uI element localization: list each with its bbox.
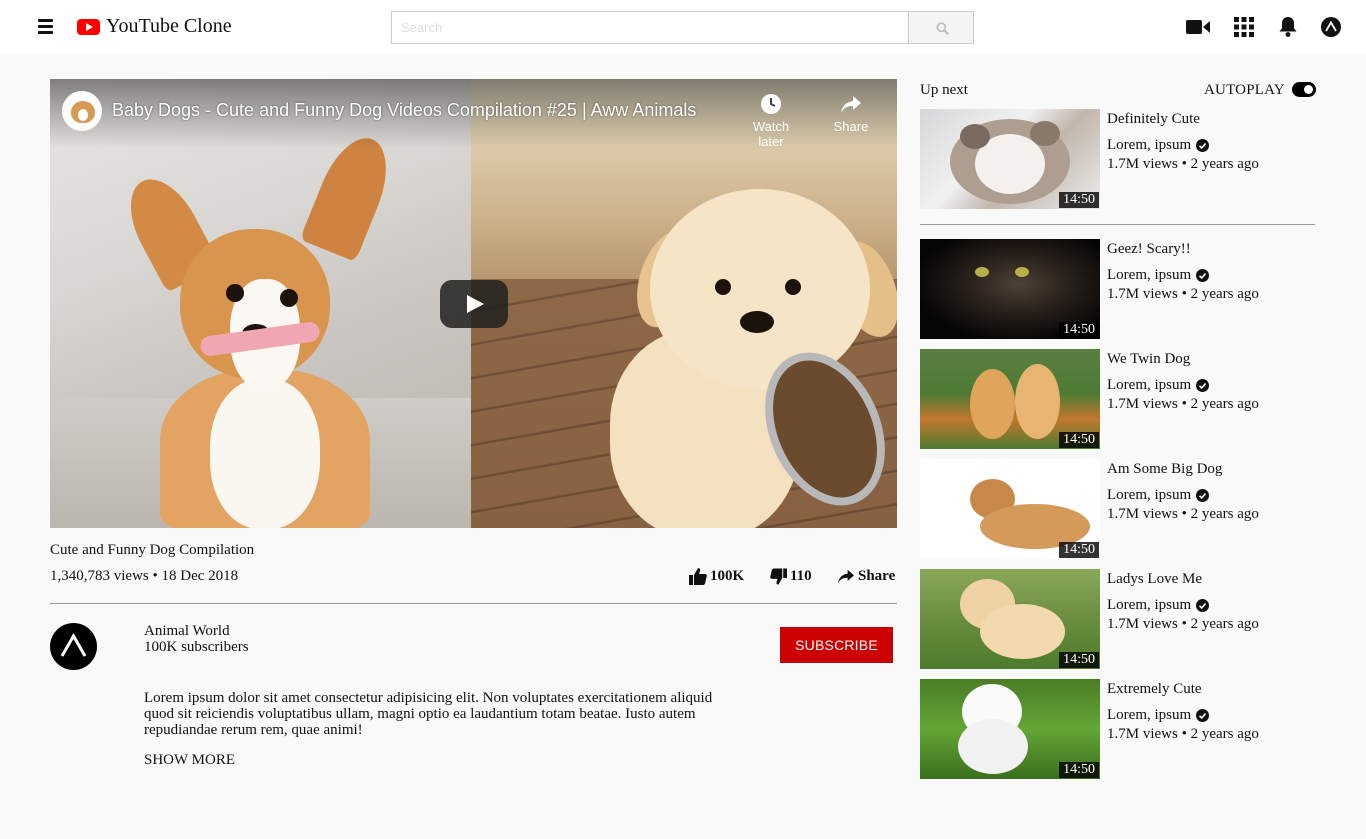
verified-check-icon bbox=[1196, 139, 1210, 152]
recommended-video-card[interactable]: 14:50 Ladys Love Me Lorem, ipsum 1.7M vi… bbox=[920, 569, 1315, 669]
video-thumbnail[interactable]: 14:50 bbox=[920, 569, 1100, 669]
video-channel[interactable]: Lorem, ipsum bbox=[1107, 487, 1210, 504]
subscribe-button[interactable]: SUBSCRIBE bbox=[780, 627, 893, 663]
logo[interactable]: YouTube Clone bbox=[77, 15, 232, 38]
thumbs-down-icon bbox=[770, 568, 787, 585]
video-thumbnail[interactable]: 14:50 bbox=[920, 109, 1100, 209]
verified-check-icon bbox=[1196, 379, 1210, 392]
video-duration: 14:50 bbox=[1059, 432, 1099, 448]
sidebar-divider bbox=[920, 224, 1315, 225]
verified-check-icon bbox=[1196, 489, 1210, 502]
bell-icon[interactable] bbox=[1279, 16, 1297, 42]
like-count: 100K bbox=[710, 568, 745, 584]
video-views-date: 1,340,783 views • 18 Dec 2018 bbox=[50, 568, 239, 584]
dislike-button[interactable]: 110 bbox=[770, 568, 812, 585]
dislike-count: 110 bbox=[790, 568, 812, 584]
app-title: YouTube Clone bbox=[106, 15, 232, 37]
share-arrow-icon bbox=[841, 96, 861, 113]
autoplay-label: AUTOPLAY bbox=[1204, 82, 1285, 98]
play-button[interactable] bbox=[440, 280, 508, 328]
video-duration: 14:50 bbox=[1059, 652, 1099, 668]
video-thumbnail[interactable]: 14:50 bbox=[920, 349, 1100, 449]
golden-puppy-image bbox=[650, 189, 870, 389]
channel-name[interactable]: Animal World bbox=[144, 623, 230, 640]
up-next-label: Up next bbox=[920, 82, 968, 98]
video-stats: 1.7M views • 2 years ago bbox=[1107, 156, 1259, 172]
video-channel[interactable]: Lorem, ipsum bbox=[1107, 137, 1210, 154]
video-title: Cute and Funny Dog Compilation bbox=[50, 542, 255, 558]
search-button[interactable] bbox=[908, 11, 974, 44]
video-stats: 1.7M views • 2 years ago bbox=[1107, 506, 1259, 522]
search-icon bbox=[936, 22, 949, 35]
channel-logo-icon bbox=[60, 632, 87, 657]
verified-check-icon bbox=[1196, 599, 1210, 612]
video-duration: 14:50 bbox=[1059, 542, 1099, 558]
video-stats: 1.7M views • 2 years ago bbox=[1107, 616, 1259, 632]
video-description: Lorem ipsum dolor sit amet consectetur a… bbox=[144, 690, 713, 738]
watch-later-button[interactable]: Watch later bbox=[741, 93, 801, 149]
video-thumbnail[interactable]: 14:50 bbox=[920, 239, 1100, 339]
channel-avatar[interactable] bbox=[50, 623, 97, 670]
subscriber-count: 100K subscribers bbox=[144, 639, 249, 655]
recommended-video-card[interactable]: 14:50 We Twin Dog Lorem, ipsum 1.7M view… bbox=[920, 349, 1315, 449]
recommended-video-card[interactable]: 14:50 Definitely Cute Lorem, ipsum 1.7M … bbox=[920, 109, 1315, 209]
video-thumbnail[interactable]: 14:50 bbox=[920, 679, 1100, 779]
video-channel[interactable]: Lorem, ipsum bbox=[1107, 597, 1210, 614]
watch-later-label: Watch later bbox=[752, 119, 790, 149]
channel-name: Lorem, ipsum bbox=[1107, 267, 1192, 283]
recommended-video-card[interactable]: 14:50 Extremely Cute Lorem, ipsum 1.7M v… bbox=[920, 679, 1315, 779]
show-more-button[interactable]: SHOW MORE bbox=[144, 752, 235, 769]
channel-name: Lorem, ipsum bbox=[1107, 597, 1192, 613]
menu-icon[interactable] bbox=[38, 19, 53, 34]
video-duration: 14:50 bbox=[1059, 322, 1099, 338]
video-stats: 1.7M views • 2 years ago bbox=[1107, 726, 1259, 742]
youtube-logo-icon bbox=[77, 18, 100, 35]
video-title[interactable]: Definitely Cute bbox=[1107, 111, 1200, 128]
apps-grid-icon[interactable] bbox=[1234, 17, 1254, 42]
channel-name: Lorem, ipsum bbox=[1107, 487, 1192, 503]
share-arrow-icon bbox=[838, 569, 854, 583]
verified-check-icon bbox=[1196, 269, 1210, 282]
player-share-label: Share bbox=[833, 119, 869, 134]
recommended-video-card[interactable]: 14:50 Am Some Big Dog Lorem, ipsum 1.7M … bbox=[920, 459, 1315, 559]
channel-name: Lorem, ipsum bbox=[1107, 137, 1192, 153]
account-icon[interactable] bbox=[1321, 17, 1341, 42]
video-title[interactable]: Geez! Scary!! bbox=[1107, 241, 1191, 258]
video-title[interactable]: Ladys Love Me bbox=[1107, 571, 1202, 588]
video-player[interactable]: Baby Dogs - Cute and Funny Dog Videos Co… bbox=[50, 79, 897, 528]
video-title[interactable]: Extremely Cute bbox=[1107, 681, 1202, 698]
search-input[interactable] bbox=[391, 11, 909, 44]
player-channel-avatar[interactable] bbox=[62, 91, 102, 131]
channel-name: Lorem, ipsum bbox=[1107, 707, 1192, 723]
video-stats: 1.7M views • 2 years ago bbox=[1107, 396, 1259, 412]
video-duration: 14:50 bbox=[1059, 192, 1099, 208]
thumbs-up-icon bbox=[689, 568, 707, 585]
autoplay-toggle[interactable] bbox=[1292, 82, 1316, 97]
video-stats: 1.7M views • 2 years ago bbox=[1107, 286, 1259, 302]
channel-name: Lorem, ipsum bbox=[1107, 377, 1192, 393]
player-video-title[interactable]: Baby Dogs - Cute and Funny Dog Videos Co… bbox=[112, 100, 696, 121]
video-camera-icon[interactable] bbox=[1186, 19, 1210, 40]
player-share-button[interactable]: Share bbox=[821, 93, 881, 134]
video-channel[interactable]: Lorem, ipsum bbox=[1107, 267, 1210, 284]
top-bar: YouTube Clone bbox=[0, 0, 1366, 55]
video-channel[interactable]: Lorem, ipsum bbox=[1107, 377, 1210, 394]
video-title[interactable]: Am Some Big Dog bbox=[1107, 461, 1222, 478]
like-button[interactable]: 100K bbox=[689, 568, 744, 585]
recommended-video-card[interactable]: 14:50 Geez! Scary!! Lorem, ipsum 1.7M vi… bbox=[920, 239, 1315, 339]
video-channel[interactable]: Lorem, ipsum bbox=[1107, 707, 1210, 724]
video-duration: 14:50 bbox=[1059, 762, 1099, 778]
share-label: Share bbox=[858, 568, 896, 584]
video-title[interactable]: We Twin Dog bbox=[1107, 351, 1190, 368]
video-thumbnail[interactable]: 14:50 bbox=[920, 459, 1100, 559]
content-divider bbox=[50, 603, 897, 604]
verified-check-icon bbox=[1196, 709, 1210, 722]
clock-icon bbox=[761, 94, 781, 114]
share-button[interactable]: Share bbox=[837, 568, 895, 585]
